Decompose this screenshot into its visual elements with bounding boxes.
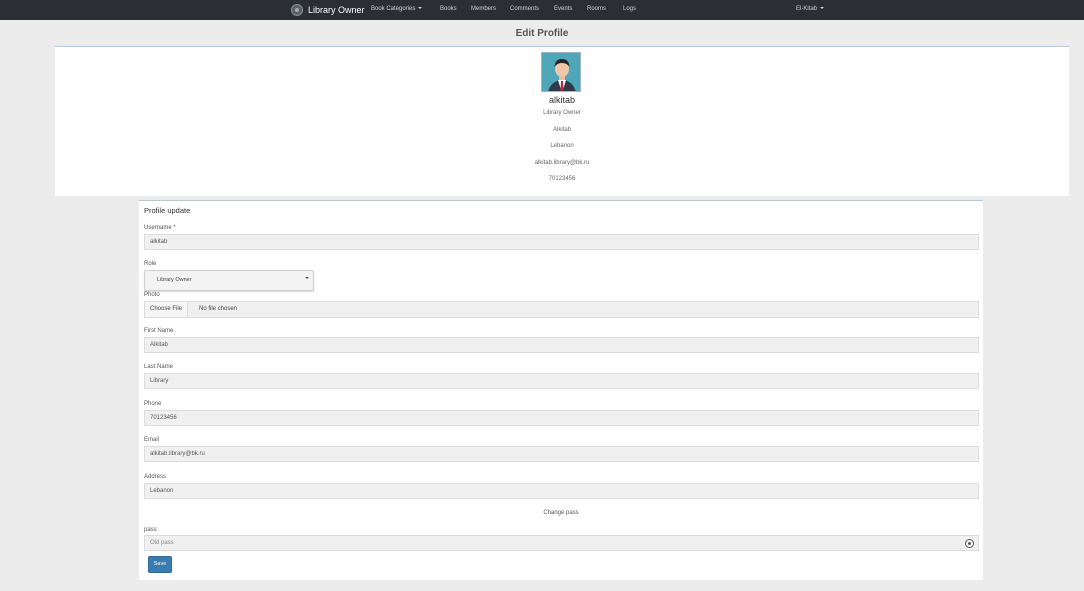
photo-file-input[interactable]: Choose File No file chosen bbox=[144, 301, 979, 318]
nav-members[interactable]: Members bbox=[471, 6, 496, 12]
nav-comments[interactable]: Comments bbox=[510, 6, 539, 12]
pass-label: pass bbox=[144, 527, 157, 533]
last-name-label: Last Name bbox=[144, 364, 174, 370]
top-navbar: Library Owner Book Categories Books Memb… bbox=[0, 0, 1084, 20]
file-status: No file chosen bbox=[199, 306, 238, 312]
user-menu[interactable]: El-Kitab bbox=[796, 6, 825, 12]
email-input[interactable]: alkitab.library@bk.ru bbox=[144, 446, 979, 462]
page-title: Edit Profile bbox=[515, 28, 569, 39]
username-label: Username * bbox=[144, 225, 176, 231]
profile-username: alkitab bbox=[548, 95, 575, 105]
user-menu-label: El-Kitab bbox=[796, 6, 818, 12]
old-pass-placeholder: Old pass bbox=[150, 540, 174, 546]
profile-email: alkitab.library@bk.ru bbox=[534, 160, 590, 166]
profile-update-form: Profile update Username * alkitab Role L… bbox=[139, 200, 983, 580]
nav-rooms[interactable]: Rooms bbox=[587, 6, 606, 12]
email-label: Email bbox=[144, 437, 160, 443]
profile-address: Lebanon bbox=[550, 143, 574, 149]
show-password-icon[interactable] bbox=[965, 539, 974, 548]
username-input[interactable]: alkitab bbox=[144, 234, 979, 250]
chevron-down-icon bbox=[305, 277, 309, 279]
navbar-brand[interactable]: Library Owner bbox=[291, 3, 365, 17]
profile-first-name: Alkitab bbox=[552, 127, 571, 133]
change-pass-heading: Change pass bbox=[543, 510, 579, 516]
address-label: Address bbox=[144, 474, 167, 480]
save-button[interactable]: Save bbox=[148, 556, 172, 573]
chevron-down-icon bbox=[418, 7, 423, 10]
first-name-input[interactable]: Alkitab bbox=[144, 337, 979, 353]
chevron-down-icon bbox=[820, 7, 825, 10]
photo-label: Photo bbox=[144, 292, 160, 298]
brand-title: Library Owner bbox=[308, 5, 365, 15]
profile-role: Library Owner bbox=[543, 110, 581, 116]
role-label: Role bbox=[144, 261, 157, 267]
nav-events[interactable]: Events bbox=[554, 6, 572, 12]
last-name-input[interactable]: Library bbox=[144, 373, 979, 389]
profile-phone: 70123456 bbox=[548, 176, 576, 182]
role-select[interactable]: Library Owner bbox=[144, 270, 314, 291]
first-name-label: First Name bbox=[144, 328, 174, 334]
nav-logs[interactable]: Logs bbox=[623, 6, 636, 12]
avatar bbox=[541, 52, 581, 92]
phone-input[interactable]: 70123456 bbox=[144, 410, 979, 426]
profile-card: alkitab Library Owner Alkitab Lebanon al… bbox=[55, 46, 1069, 196]
phone-label: Phone bbox=[144, 401, 162, 407]
user-avatar-icon bbox=[542, 53, 580, 91]
nav-books[interactable]: Books bbox=[440, 6, 457, 12]
brand-logo-icon bbox=[291, 4, 303, 16]
old-pass-input[interactable]: Old pass bbox=[144, 535, 979, 551]
nav-book-categories-label: Book Categories bbox=[371, 6, 416, 12]
choose-file-button[interactable]: Choose File bbox=[145, 302, 189, 317]
nav-book-categories[interactable]: Book Categories bbox=[371, 6, 423, 12]
address-input[interactable]: Lebanon bbox=[144, 483, 979, 499]
form-heading: Profile update bbox=[144, 206, 191, 215]
role-select-value: Library Owner bbox=[157, 277, 192, 283]
